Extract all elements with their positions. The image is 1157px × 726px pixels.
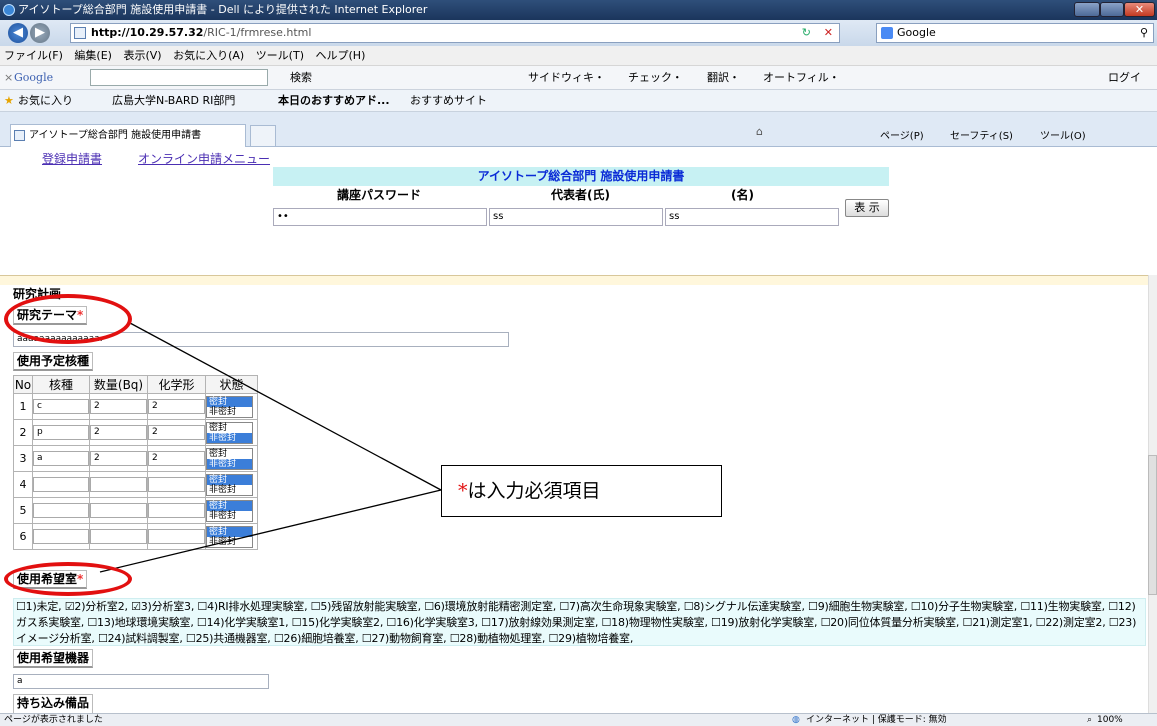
zoom-level[interactable]: 100% (1097, 714, 1123, 726)
zoom-icon: ⌕ (1087, 715, 1093, 725)
security-zone: インターネット | 保護モード: 無効 (806, 715, 947, 725)
status-text: ページが表示されました (4, 715, 103, 725)
globe-icon: ◍ (792, 715, 800, 725)
required-callout: *は入力必須項目 (441, 465, 722, 517)
callout-text: は入力必須項目 (467, 480, 601, 502)
annotation-lines (99, 322, 442, 573)
pointer-line-lower (99, 489, 442, 573)
callout-star: * (458, 480, 468, 502)
highlight-ellipse-theme (4, 294, 132, 344)
status-bar: ページが表示されました ◍ インターネット | 保護モード: 無効 ⌕ 100% (0, 713, 1157, 726)
pointer-line-upper (129, 322, 442, 491)
highlight-ellipse-room (4, 562, 132, 596)
